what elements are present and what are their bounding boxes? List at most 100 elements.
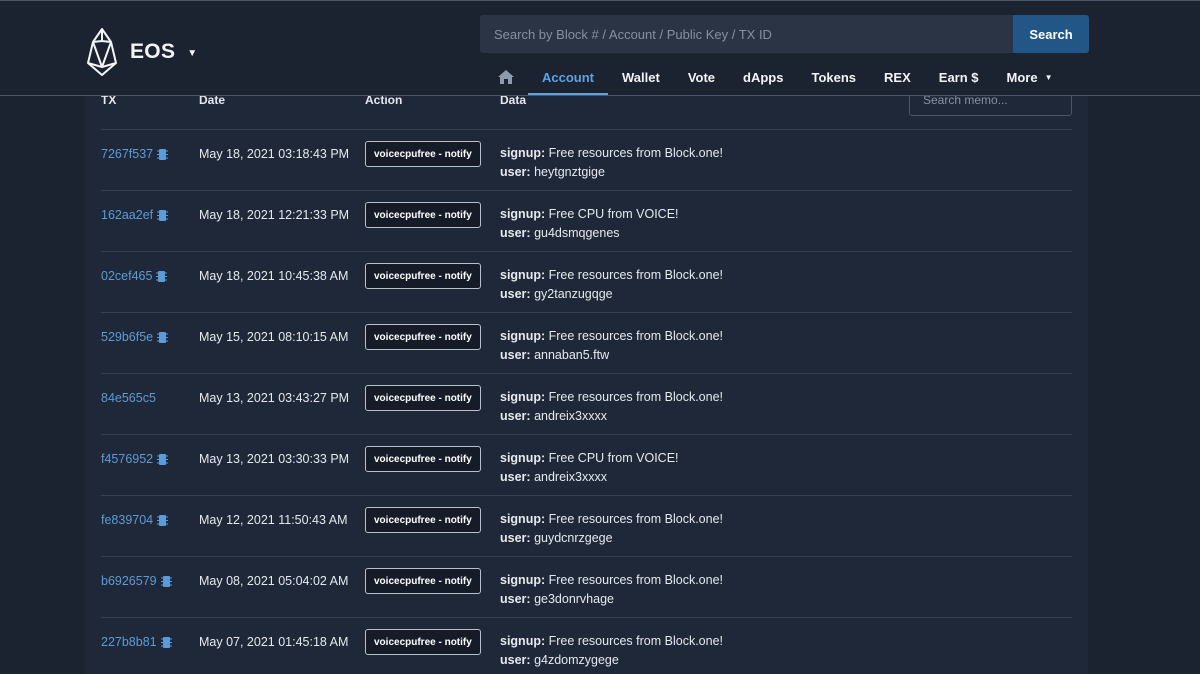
tx-link[interactable]: 02cef465 [101, 269, 168, 283]
action-badge[interactable]: voicecpufree - notify [365, 507, 481, 533]
data-user-value: gu4dsmqgenes [534, 226, 620, 240]
action-badge[interactable]: voicecpufree - notify [365, 629, 481, 655]
tx-data: signup: Free resources from Block.one! us… [500, 327, 723, 365]
action-badge[interactable]: voicecpufree - notify [365, 568, 481, 594]
data-signup-value: Free resources from Block.one! [548, 390, 723, 404]
data-user-key: user: [500, 287, 531, 301]
table-row: b6926579 May 08, 2021 05:04:02 AM voicecpu… [101, 556, 1072, 617]
action-badge[interactable]: voicecpufree - notify [365, 263, 481, 289]
tx-link[interactable]: f4576952 [101, 452, 169, 466]
data-user-value: annaban5.ftw [534, 348, 610, 362]
tx-link[interactable]: 7267f537 [101, 147, 169, 161]
nav-earn[interactable]: Earn $ [925, 61, 993, 93]
table-row: 162aa2ef May 18, 2021 12:21:33 PM voicecpu… [101, 190, 1072, 251]
network-name: EOS [130, 40, 176, 63]
tx-data: signup: Free resources from Block.one! us… [500, 571, 723, 609]
data-user-line: user: ge3donrvhage [500, 590, 723, 609]
table-row: 529b6f5e May 15, 2021 08:10:15 AM voicecpu… [101, 312, 1072, 373]
data-signup-line: signup: Free resources from Block.one! [500, 632, 723, 651]
tx-id: f4576952 [101, 452, 154, 466]
data-user-key: user: [500, 592, 531, 606]
data-signup-line: signup: Free CPU from VOICE! [500, 449, 679, 468]
tx-link[interactable]: 84e565c5 [101, 391, 156, 405]
tx-id: 529b6f5e [101, 330, 154, 344]
data-signup-value: Free resources from Block.one! [548, 573, 723, 587]
data-user-line: user: gy2tanzugqge [500, 285, 723, 304]
tx-id: 84e565c5 [101, 391, 156, 405]
tx-data: signup: Free resources from Block.one! us… [500, 632, 723, 670]
cpu-chip-icon [157, 331, 169, 343]
tx-id: fe839704 [101, 513, 154, 527]
data-signup-key: signup: [500, 207, 546, 221]
tx-link[interactable]: 162aa2ef [101, 208, 169, 222]
data-signup-key: signup: [500, 329, 546, 343]
data-signup-key: signup: [500, 512, 546, 526]
action-badge[interactable]: voicecpufree - notify [365, 202, 481, 228]
nav-more[interactable]: More ▼ [993, 61, 1067, 93]
nav-rex[interactable]: REX [870, 61, 925, 93]
page: TX Date Action Data 7267f537May 18, 2021… [0, 0, 1200, 674]
cpu-chip-icon [160, 575, 172, 587]
home-icon [498, 70, 514, 84]
tx-link[interactable]: 227b8b81 [101, 635, 172, 649]
tx-date: May 08, 2021 05:04:02 AM [199, 574, 349, 588]
data-user-line: user: heytgnztgige [500, 163, 723, 182]
network-selector[interactable]: EOS ▼ [86, 27, 197, 77]
table-row: fe839704 May 12, 2021 11:50:43 AM voicecpu… [101, 495, 1072, 556]
data-signup-line: signup: Free resources from Block.one! [500, 571, 723, 590]
data-user-line: user: andreix3xxxx [500, 468, 679, 487]
tx-id: 02cef465 [101, 269, 153, 283]
nav-wallet[interactable]: Wallet [608, 61, 674, 93]
table-row: f4576952 May 13, 2021 03:30:33 PM voicecpu… [101, 434, 1072, 495]
nav-home[interactable] [484, 61, 528, 93]
data-user-value: ge3donrvhage [534, 592, 614, 606]
data-signup-value: Free resources from Block.one! [548, 634, 723, 648]
data-signup-line: signup: Free resources from Block.one! [500, 266, 723, 285]
data-signup-key: signup: [500, 390, 546, 404]
tx-date: May 18, 2021 03:18:43 PM [199, 147, 350, 161]
data-user-key: user: [500, 165, 531, 179]
nav-dapps[interactable]: dApps [729, 61, 797, 93]
search-button[interactable]: Search [1013, 15, 1089, 53]
global-search-input[interactable] [480, 15, 1013, 53]
tx-date: May 12, 2021 11:50:43 AM [199, 513, 348, 527]
data-signup-value: Free CPU from VOICE! [548, 207, 679, 221]
data-signup-key: signup: [500, 634, 546, 648]
data-user-key: user: [500, 409, 531, 423]
data-signup-line: signup: Free CPU from VOICE! [500, 205, 679, 224]
data-user-key: user: [500, 531, 531, 545]
table-row: 84e565c5 May 13, 2021 03:43:27 PM voicecpu… [101, 373, 1072, 434]
cpu-chip-icon [157, 209, 169, 221]
data-user-key: user: [500, 348, 531, 362]
data-signup-key: signup: [500, 146, 546, 160]
tx-link[interactable]: fe839704 [101, 513, 169, 527]
tx-link[interactable]: b6926579 [101, 574, 172, 588]
data-user-line: user: annaban5.ftw [500, 346, 723, 365]
table-row: 7267f537 May 18, 2021 03:18:43 PM voicecpu… [101, 129, 1072, 190]
action-badge[interactable]: voicecpufree - notify [365, 446, 481, 472]
data-user-key: user: [500, 470, 531, 484]
chevron-down-icon: ▼ [1044, 72, 1053, 82]
nav-vote[interactable]: Vote [674, 61, 729, 93]
action-badge[interactable]: voicecpufree - notify [365, 324, 481, 350]
data-signup-line: signup: Free resources from Block.one! [500, 510, 723, 529]
action-badge[interactable]: voicecpufree - notify [365, 141, 481, 167]
data-signup-line: signup: Free resources from Block.one! [500, 327, 723, 346]
data-signup-key: signup: [500, 268, 546, 282]
nav-tokens[interactable]: Tokens [797, 61, 870, 93]
chevron-down-icon: ▼ [187, 47, 198, 59]
data-signup-value: Free CPU from VOICE! [548, 451, 679, 465]
tx-data: signup: Free resources from Block.one! us… [500, 144, 723, 182]
cpu-chip-icon [156, 270, 168, 282]
tx-date: May 13, 2021 03:43:27 PM [199, 391, 350, 405]
data-signup-key: signup: [500, 451, 546, 465]
cpu-chip-icon [157, 453, 169, 465]
data-user-value: guydcnrzgege [534, 531, 613, 545]
data-user-value: g4zdomzygege [534, 653, 619, 667]
data-user-key: user: [500, 226, 531, 240]
nav-account[interactable]: Account [528, 61, 608, 95]
tx-id: b6926579 [101, 574, 157, 588]
action-badge[interactable]: voicecpufree - notify [365, 385, 481, 411]
tx-link[interactable]: 529b6f5e [101, 330, 169, 344]
cpu-chip-icon [157, 148, 169, 160]
